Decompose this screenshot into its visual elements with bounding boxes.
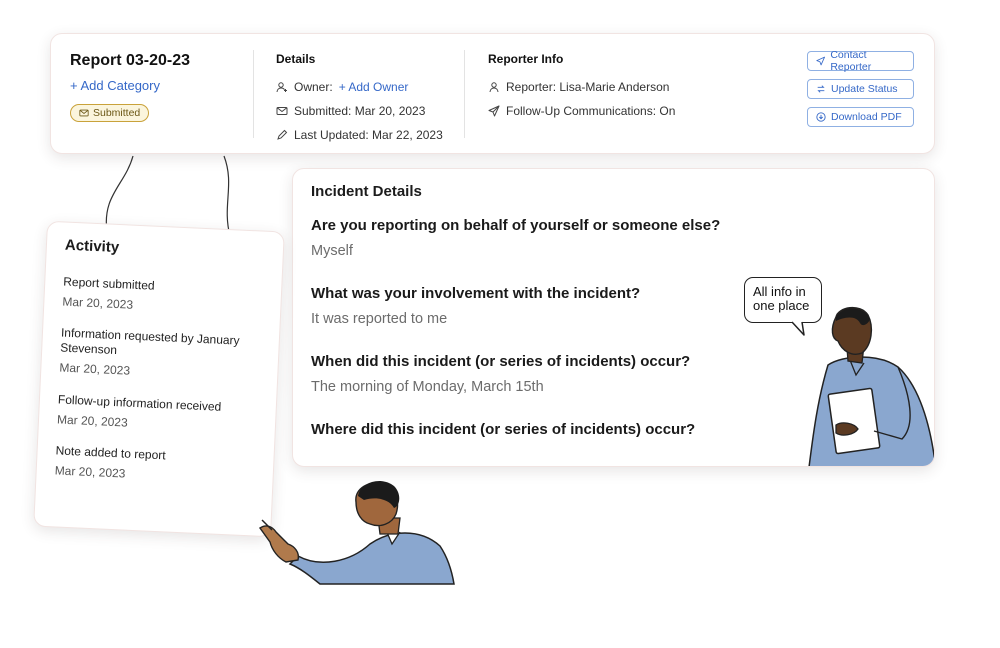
activity-text: Information requested by January Stevens… — [60, 325, 240, 358]
person-pointing-illustration — [259, 481, 455, 585]
details-section: Details Owner: + Add Owner Submitted: Ma… — [276, 52, 443, 147]
details-title: Details — [276, 52, 316, 66]
activity-item: Report submitted Mar 20, 2023 — [62, 275, 263, 318]
activity-item: Information requested by January Stevens… — [59, 326, 261, 384]
submitted-date: Submitted: Mar 20, 2023 — [294, 104, 426, 118]
status-badge-label: Submitted — [93, 107, 141, 119]
contact-reporter-label: Contact Reporter — [830, 49, 872, 73]
send-icon — [488, 105, 500, 117]
question-text: Are you reporting on behalf of yourself … — [311, 217, 721, 234]
speech-bubble-tail — [791, 321, 805, 336]
user-icon — [489, 82, 499, 93]
activity-date: Mar 20, 2023 — [62, 294, 134, 312]
speech-bubble: All info in one place — [744, 277, 822, 323]
divider — [464, 50, 465, 138]
download-pdf-button[interactable]: Download PDF — [807, 107, 914, 127]
activity-date: Mar 20, 2023 — [54, 463, 126, 481]
divider — [253, 50, 254, 138]
envelope-icon — [79, 109, 89, 117]
last-updated-row: Last Updated: Mar 22, 2023 — [276, 123, 443, 147]
question-item: What was your involvement with the incid… — [311, 285, 640, 327]
add-category-link[interactable]: + Add Category — [70, 78, 190, 93]
update-status-button[interactable]: Update Status — [807, 79, 914, 99]
question-item: When did this incident (or series of inc… — [311, 353, 690, 395]
activity-date: Mar 20, 2023 — [59, 360, 131, 378]
question-text: What was your involvement with the incid… — [311, 285, 641, 302]
activity-title: Activity — [64, 236, 120, 257]
activity-card: Activity Report submitted Mar 20, 2023 I… — [33, 220, 285, 538]
activity-date: Mar 20, 2023 — [56, 412, 129, 430]
send-icon — [816, 56, 825, 66]
update-status-label: Update Status — [831, 83, 898, 95]
status-badge: Submitted — [70, 104, 150, 122]
add-user-icon — [276, 82, 287, 93]
incident-details-card: Incident Details Are you reporting on be… — [292, 168, 935, 467]
submitted-row: Submitted: Mar 20, 2023 — [276, 99, 443, 123]
reporter-info-section: Reporter Info Reporter: Lisa-Marie Ander… — [488, 52, 675, 123]
pencil-icon — [277, 129, 288, 140]
add-owner-link[interactable]: + Add Owner — [339, 80, 409, 94]
reporter-info-title: Reporter Info — [488, 52, 564, 66]
activity-item: Follow-up information received Mar 20, 2… — [57, 392, 258, 435]
answer-text: Myself — [311, 243, 353, 259]
incident-details-title: Incident Details — [311, 183, 422, 200]
question-item: Are you reporting on behalf of yourself … — [311, 217, 720, 259]
question-text: When did this incident (or series of inc… — [311, 353, 691, 370]
reporter-name: Reporter: Lisa-Marie Anderson — [506, 80, 670, 94]
refresh-icon — [817, 85, 825, 93]
question-text: Where did this incident (or series of in… — [311, 421, 696, 438]
download-pdf-label: Download PDF — [831, 111, 902, 123]
envelope-icon — [276, 107, 288, 115]
header-actions: Contact Reporter Update Status Download … — [807, 49, 914, 127]
last-updated-date: Last Updated: Mar 22, 2023 — [294, 128, 443, 142]
report-header-card: Report 03-20-23 + Add Category Submitted… — [50, 33, 935, 154]
follow-up-row: Follow-Up Communications: On — [488, 99, 675, 123]
report-title: Report 03-20-23 — [70, 52, 191, 69]
owner-row: Owner: + Add Owner — [276, 75, 443, 99]
owner-label: Owner: — [294, 80, 333, 94]
reporter-row: Reporter: Lisa-Marie Anderson — [488, 75, 675, 99]
person-holding-document-illustration — [808, 307, 934, 466]
contact-reporter-button[interactable]: Contact Reporter — [807, 49, 914, 73]
answer-text: The morning of Monday, March 15th — [311, 379, 544, 395]
download-icon — [816, 112, 826, 122]
activity-item: Note added to report Mar 20, 2023 — [54, 443, 255, 486]
answer-text: It was reported to me — [311, 311, 448, 327]
question-item: Where did this incident (or series of in… — [311, 421, 695, 438]
follow-up-status: Follow-Up Communications: On — [506, 104, 676, 118]
